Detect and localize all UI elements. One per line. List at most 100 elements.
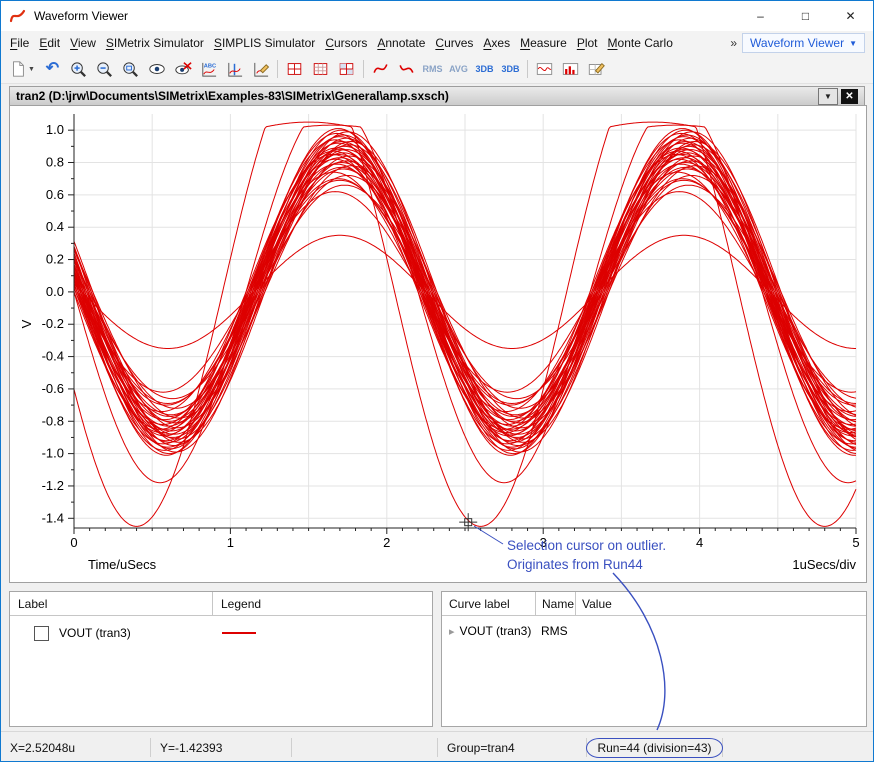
- sine-box-icon: [535, 60, 554, 78]
- svg-text:ABC: ABC: [204, 63, 216, 69]
- menu-plot[interactable]: Plot: [572, 33, 603, 53]
- tab-dropdown-button[interactable]: ▼: [818, 88, 838, 105]
- stack-grids-button[interactable]: [334, 56, 359, 82]
- menu-measure[interactable]: Measure: [515, 33, 572, 53]
- svg-text:4: 4: [696, 535, 703, 550]
- axis-pin-icon: [225, 60, 244, 79]
- zoom-out-button[interactable]: [92, 56, 117, 82]
- svg-text:Selection cursor on outlier.: Selection cursor on outlier.: [507, 538, 666, 553]
- menu-annotate[interactable]: Annotate: [372, 33, 430, 53]
- status-x-readout: X=2.52048u: [1, 738, 151, 757]
- svg-text:-1.0: -1.0: [42, 446, 64, 461]
- menu-cursors[interactable]: Cursors: [320, 33, 372, 53]
- hide-curves-button[interactable]: [170, 56, 195, 82]
- expand-arrow-icon[interactable]: ▸: [449, 625, 455, 638]
- svg-text:Originates from Run44: Originates from Run44: [507, 557, 643, 572]
- waveform-plot[interactable]: 0123451.00.80.60.40.20.0-0.2-0.4-0.6-0.8…: [10, 106, 866, 582]
- measure-panel-header: Curve label Name Value: [442, 592, 866, 616]
- menu-simetrix-simulator[interactable]: SIMetrix Simulator: [101, 33, 209, 53]
- viewer-selector-dropdown[interactable]: Waveform Viewer ▼: [742, 33, 865, 53]
- svg-text:-0.2: -0.2: [42, 316, 64, 331]
- tab-close-button[interactable]: ✕: [841, 89, 858, 104]
- 3db-high-text-icon: 3DB: [501, 64, 519, 74]
- new-grid-button[interactable]: [308, 56, 333, 82]
- plot-grid: [74, 114, 856, 528]
- undo-icon: ↶: [46, 61, 59, 77]
- legend-row[interactable]: VOUT (tran3): [10, 622, 432, 644]
- svg-text:0: 0: [70, 535, 77, 550]
- show-curves-button[interactable]: [144, 56, 169, 82]
- legend-line-sample: [222, 632, 256, 634]
- svg-text:-0.8: -0.8: [42, 413, 64, 428]
- edit-graph-button[interactable]: [584, 56, 609, 82]
- chevron-down-icon: ▼: [28, 66, 35, 73]
- zoom-in-button[interactable]: [66, 56, 91, 82]
- new-plot-button[interactable]: ▼: [5, 56, 39, 82]
- svg-text:0.2: 0.2: [46, 252, 64, 267]
- add-curve-button[interactable]: [368, 56, 393, 82]
- menu-bar: File Edit View SIMetrix Simulator SIMPLI…: [1, 31, 873, 55]
- menu-view[interactable]: View: [65, 33, 101, 53]
- svg-text:-0.6: -0.6: [42, 381, 64, 396]
- svg-text:2: 2: [383, 535, 390, 550]
- svg-text:1.0: 1.0: [46, 122, 64, 137]
- plot-annotation: Selection cursor on outlier. Originates f…: [474, 526, 666, 572]
- minimize-icon[interactable]: –: [738, 1, 783, 31]
- edit-axis-button[interactable]: [248, 56, 273, 82]
- curve-alt-icon: [397, 60, 416, 78]
- avg-text-icon: AVG: [449, 64, 468, 74]
- eye-crossed-icon: [173, 60, 193, 78]
- zoom-rect-button[interactable]: [118, 56, 143, 82]
- menu-simplis-simulator[interactable]: SIMPLIS Simulator: [209, 33, 320, 53]
- histogram-button[interactable]: [558, 56, 583, 82]
- db-high-button[interactable]: 3DB: [498, 56, 523, 82]
- measure-panel: Curve label Name Value ▸ VOUT (tran3) RM…: [441, 591, 867, 727]
- close-icon: ✕: [845, 91, 853, 102]
- add-curve-alt-button[interactable]: [394, 56, 419, 82]
- menu-overflow-icon[interactable]: »: [730, 36, 737, 50]
- undo-button[interactable]: ↶: [40, 56, 65, 82]
- measure-header-value: Value: [575, 592, 866, 615]
- menu-file[interactable]: File: [5, 33, 34, 53]
- measure-header-name: Name: [535, 592, 575, 615]
- tab-title: tran2 (D:\jrw\Documents\SIMetrix\Example…: [16, 89, 449, 103]
- status-group-readout: Group=tran4: [438, 738, 587, 757]
- svg-text:-1.4: -1.4: [42, 510, 64, 525]
- zoom-out-icon: [95, 60, 114, 79]
- legend-header-legend: Legend: [212, 592, 432, 615]
- window-controls: – □ ✕: [738, 1, 873, 31]
- menu-curves[interactable]: Curves: [430, 33, 478, 53]
- status-run-readout: Run=44 (division=43): [586, 738, 722, 758]
- new-graph-button[interactable]: [282, 56, 307, 82]
- measure-header-curve: Curve label: [442, 597, 535, 611]
- zoom-in-icon: [69, 60, 88, 79]
- close-icon[interactable]: ✕: [828, 1, 873, 31]
- svg-text:1uSecs/div: 1uSecs/div: [792, 557, 856, 572]
- eye-icon: [147, 60, 167, 78]
- chevron-down-icon: ▼: [849, 39, 857, 48]
- status-run-cell: Run=44 (division=43): [587, 738, 723, 757]
- curve-visibility-checkbox[interactable]: [34, 626, 49, 641]
- graph-tab-header[interactable]: tran2 (D:\jrw\Documents\SIMetrix\Example…: [9, 86, 865, 106]
- graph-pen-icon: [587, 60, 606, 78]
- svg-text:Time/uSecs: Time/uSecs: [88, 557, 157, 572]
- menu-monte-carlo[interactable]: Monte Carlo: [603, 33, 678, 53]
- svg-text:5: 5: [852, 535, 859, 550]
- menu-axes[interactable]: Axes: [478, 33, 515, 53]
- avg-measure-button[interactable]: AVG: [446, 56, 471, 82]
- measure-curve-label: VOUT (tran3): [460, 624, 532, 638]
- menu-edit[interactable]: Edit: [34, 33, 65, 53]
- small-waveform-button[interactable]: [532, 56, 557, 82]
- maximize-icon[interactable]: □: [783, 1, 828, 31]
- toolbar-separator: [363, 60, 364, 78]
- chevron-down-icon: ▼: [824, 92, 832, 101]
- measure-row[interactable]: ▸ VOUT (tran3) RMS: [442, 620, 866, 642]
- rms-measure-button[interactable]: RMS: [420, 56, 445, 82]
- svg-text:-0.4: -0.4: [42, 349, 64, 364]
- add-axis-button[interactable]: ABC: [196, 56, 221, 82]
- svg-text:0.4: 0.4: [46, 219, 64, 234]
- db-low-button[interactable]: 3DB: [472, 56, 497, 82]
- add-axis-pin-button[interactable]: [222, 56, 247, 82]
- svg-text:V: V: [19, 319, 34, 328]
- title-bar: Waveform Viewer – □ ✕: [1, 1, 873, 31]
